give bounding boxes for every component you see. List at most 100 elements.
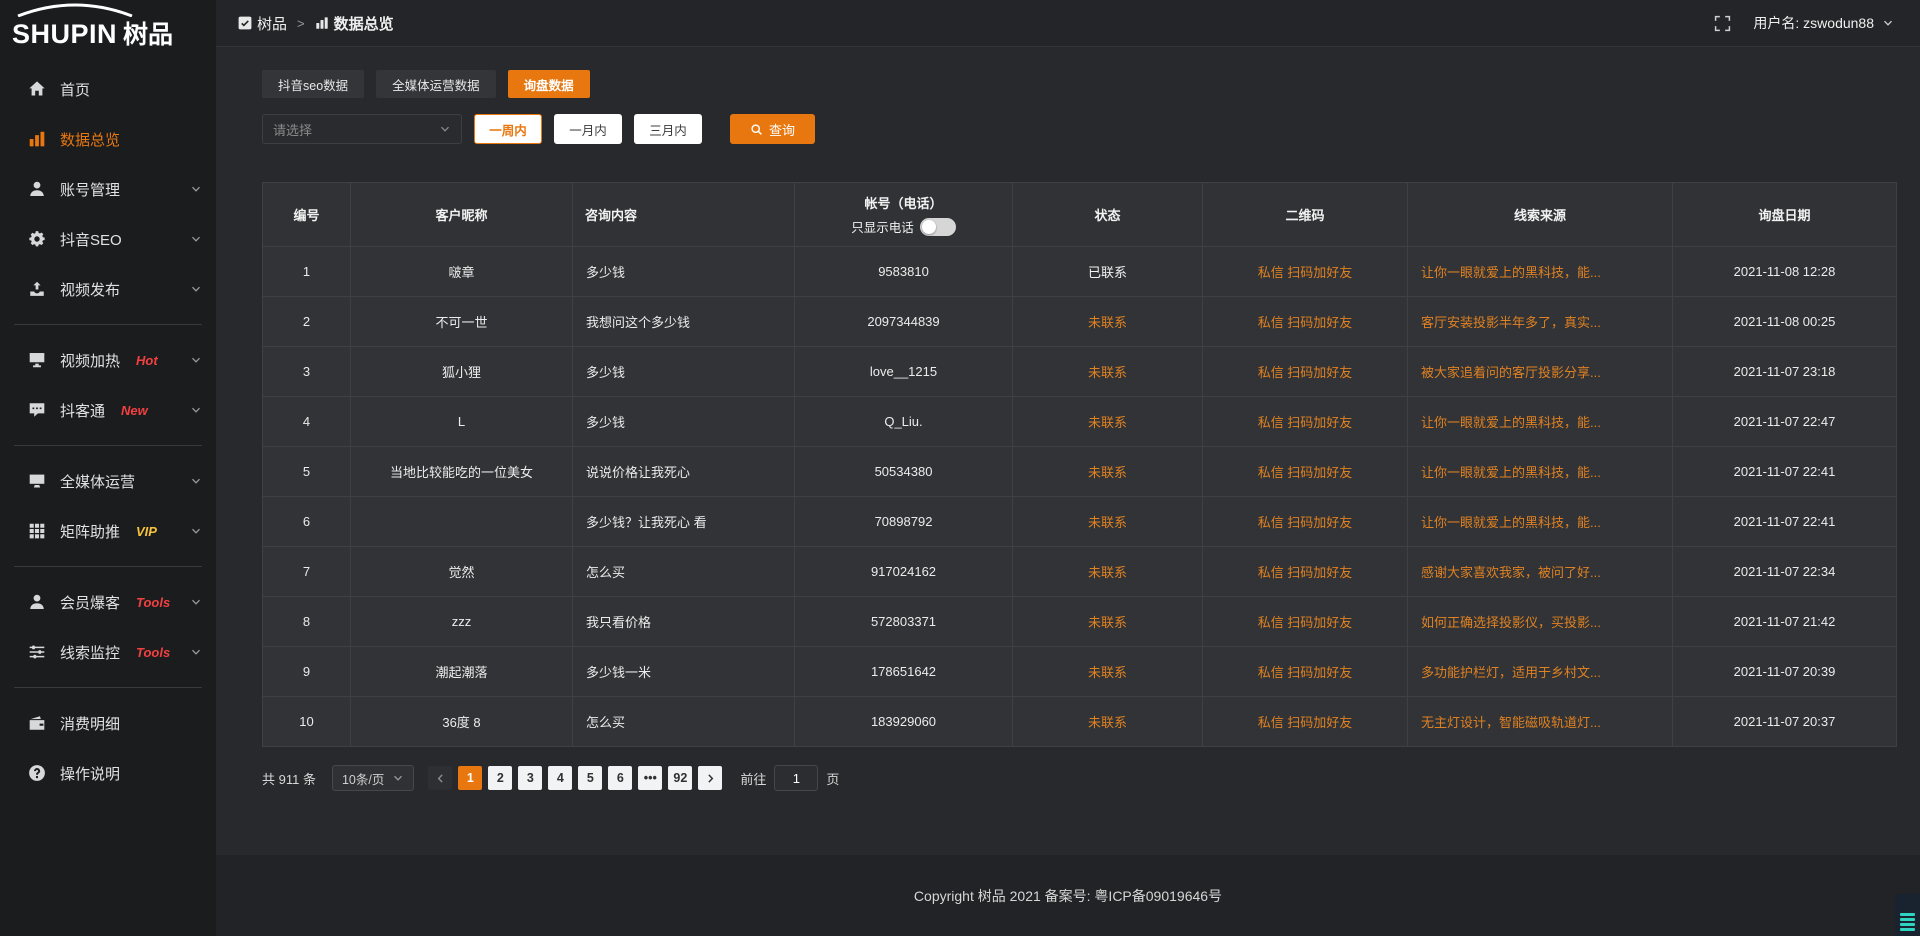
screen-icon [28, 351, 46, 369]
column-header-id: 编号 [263, 183, 351, 247]
cell-status: 未联系 [1013, 447, 1203, 497]
main-column: 树品 > 数据总览 用户名: zswodun88 抖音seo数据全媒体运营数据询… [216, 0, 1920, 936]
member-icon [28, 593, 46, 611]
tab-inquiry-data[interactable]: 询盘数据 [508, 70, 590, 98]
sidebar-item-label: 数据总览 [60, 129, 120, 150]
cell-account: 917024162 [795, 547, 1013, 597]
cell-qrcode[interactable]: 私信 扫码加好友 [1203, 497, 1408, 547]
cell-nickname: 当地比较能吃的一位美女 [351, 447, 573, 497]
sidebar-divider [14, 445, 202, 446]
sidebar-item-label: 账号管理 [60, 179, 120, 200]
logo-text-cn: 树品 [123, 22, 173, 48]
cell-account: love__1215 [795, 347, 1013, 397]
cell-qrcode[interactable]: 私信 扫码加好友 [1203, 697, 1408, 747]
goto-page-input[interactable] [774, 765, 818, 791]
cell-source[interactable]: 被大家追着问的客厅投影分享... [1408, 347, 1673, 397]
corner-widget[interactable] [1895, 894, 1920, 936]
phone-only-toggle[interactable] [920, 218, 956, 236]
table-row: 3狐小狸多少钱love__1215未联系私信 扫码加好友被大家追着问的客厅投影分… [263, 347, 1897, 397]
sidebar-item-video-heat[interactable]: 视频加热Hot [0, 335, 216, 385]
cell-content: 我想问这个多少钱 [573, 297, 795, 347]
sidebar-item-clue-monitor[interactable]: 线索监控Tools [0, 627, 216, 677]
cell-account: 2097344839 [795, 297, 1013, 347]
goto-suffix-label: 页 [826, 769, 839, 788]
sidebar-item-help[interactable]: 操作说明 [0, 748, 216, 798]
sidebar-item-media-ops[interactable]: 全媒体运营 [0, 456, 216, 506]
cell-source[interactable]: 多功能护栏灯，适用于乡村文... [1408, 647, 1673, 697]
cell-source[interactable]: 客厅安装投影半年多了，真实... [1408, 297, 1673, 347]
cell-nickname: L [351, 397, 573, 447]
cell-source[interactable]: 让你一眼就爱上的黑科技，能... [1408, 447, 1673, 497]
sidebar-item-douyin-seo[interactable]: 抖音SEO [0, 214, 216, 264]
column-header-status: 状态 [1013, 183, 1203, 247]
page-button-6[interactable]: 6 [608, 766, 632, 790]
cell-source[interactable]: 让你一眼就爱上的黑科技，能... [1408, 397, 1673, 447]
cell-account: 9583810 [795, 247, 1013, 297]
cell-id: 5 [263, 447, 351, 497]
sidebar-item-expense[interactable]: 消费明细 [0, 698, 216, 748]
cell-qrcode[interactable]: 私信 扫码加好友 [1203, 447, 1408, 497]
cell-qrcode[interactable]: 私信 扫码加好友 [1203, 247, 1408, 297]
sidebar-item-member-burst[interactable]: 会员爆客Tools [0, 577, 216, 627]
next-page-button[interactable] [698, 766, 722, 790]
sidebar-item-matrix-boost[interactable]: 矩阵助推VIP [0, 506, 216, 556]
cell-source[interactable]: 让你一眼就爱上的黑科技，能... [1408, 247, 1673, 297]
table-row: 7觉然怎么买917024162未联系私信 扫码加好友感谢大家喜欢我家，被问了好.… [263, 547, 1897, 597]
cell-qrcode[interactable]: 私信 扫码加好友 [1203, 397, 1408, 447]
page-button-92[interactable]: 92 [668, 766, 692, 790]
cell-date: 2021-11-07 20:37 [1673, 697, 1897, 747]
sidebar-item-label: 消费明细 [60, 713, 120, 734]
chevron-down-icon [190, 283, 202, 295]
home-icon [28, 80, 46, 98]
help-icon [28, 764, 46, 782]
page-button-1[interactable]: 1 [458, 766, 482, 790]
cell-source[interactable]: 如何正确选择投影仪，买投影... [1408, 597, 1673, 647]
sidebar-item-video-publish[interactable]: 视频发布 [0, 264, 216, 314]
tab-douyin-seo-data[interactable]: 抖音seo数据 [262, 70, 364, 98]
sidebar-item-account[interactable]: 账号管理 [0, 164, 216, 214]
logo-arc [14, 3, 136, 17]
date-filter-quarter[interactable]: 三月内 [634, 114, 702, 144]
cell-status: 未联系 [1013, 597, 1203, 647]
pager: 123456•••92 [428, 766, 722, 790]
sidebar-item-label: 首页 [60, 79, 90, 100]
page-button-2[interactable]: 2 [488, 766, 512, 790]
sidebar-item-home[interactable]: 首页 [0, 64, 216, 114]
prev-page-button[interactable] [428, 766, 452, 790]
cell-content: 多少钱 [573, 397, 795, 447]
page-ellipsis-button[interactable]: ••• [638, 766, 662, 790]
cell-qrcode[interactable]: 私信 扫码加好友 [1203, 547, 1408, 597]
cell-qrcode[interactable]: 私信 扫码加好友 [1203, 597, 1408, 647]
page-button-3[interactable]: 3 [518, 766, 542, 790]
chevron-down-icon [190, 183, 202, 195]
cell-source[interactable]: 无主灯设计，智能磁吸轨道灯... [1408, 697, 1673, 747]
user-menu[interactable]: 用户名: zswodun88 [1753, 13, 1894, 33]
page-button-4[interactable]: 4 [548, 766, 572, 790]
fullscreen-icon[interactable] [1714, 15, 1731, 32]
table-row: 1036度 8怎么买183929060未联系私信 扫码加好友无主灯设计，智能磁吸… [263, 697, 1897, 747]
search-icon [750, 123, 763, 136]
sidebar-item-douketong[interactable]: 抖客通New [0, 385, 216, 435]
sidebar-divider [14, 566, 202, 567]
tab-media-ops-data[interactable]: 全媒体运营数据 [376, 70, 496, 98]
search-button[interactable]: 查询 [730, 114, 815, 144]
cell-source[interactable]: 让你一眼就爱上的黑科技，能... [1408, 497, 1673, 547]
cell-qrcode[interactable]: 私信 扫码加好友 [1203, 297, 1408, 347]
cell-qrcode[interactable]: 私信 扫码加好友 [1203, 647, 1408, 697]
sidebar-item-overview[interactable]: 数据总览 [0, 114, 216, 164]
page-button-5[interactable]: 5 [578, 766, 602, 790]
cell-source[interactable]: 感谢大家喜欢我家，被问了好... [1408, 547, 1673, 597]
cell-qrcode[interactable]: 私信 扫码加好友 [1203, 347, 1408, 397]
date-filter-month[interactable]: 一月内 [554, 114, 622, 144]
date-filter-week[interactable]: 一周内 [474, 114, 542, 144]
filter-bar: 请选择 一周内一月内三月内 查询 [262, 114, 1897, 144]
table-row: 5当地比较能吃的一位美女说说价格让我死心50534380未联系私信 扫码加好友让… [263, 447, 1897, 497]
cell-date: 2021-11-07 23:18 [1673, 347, 1897, 397]
account-select[interactable]: 请选择 [262, 114, 462, 144]
column-header-nickname: 客户昵称 [351, 183, 573, 247]
table-row: 4L多少钱Q_Liu.未联系私信 扫码加好友让你一眼就爱上的黑科技，能...20… [263, 397, 1897, 447]
page-size-select[interactable]: 10条/页 [332, 765, 414, 791]
chevron-down-icon [1882, 17, 1894, 29]
breadcrumb-root[interactable]: 树品 [257, 13, 287, 34]
sidebar-item-label: 抖客通 [60, 400, 105, 421]
